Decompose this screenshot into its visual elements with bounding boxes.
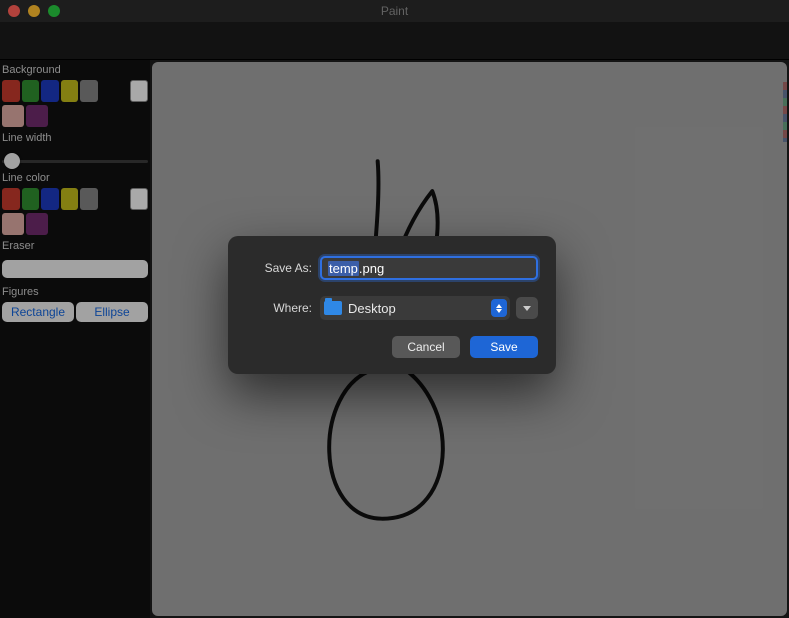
updown-stepper-icon [491,299,507,317]
color-swatch[interactable] [61,188,79,210]
background-swatches-row2 [0,105,150,130]
save-dialog: Save As: temp.png Where: Desktop [228,236,556,374]
eraser-size-control[interactable] [2,260,148,278]
ellipse-button[interactable]: Ellipse [76,302,148,322]
titlebar: Paint [0,0,789,22]
color-swatch[interactable] [2,213,24,235]
color-swatch[interactable] [41,80,59,102]
close-window-button[interactable] [8,5,20,17]
line-color-label: Line color [0,170,150,188]
where-select[interactable]: Desktop [320,296,510,320]
window-title: Paint [381,4,408,18]
app-window: Paint Background Line width Lin [0,0,789,618]
filename-extension: .png [359,261,384,276]
figure-buttons: Rectangle Ellipse [0,302,150,322]
color-swatch[interactable] [61,80,79,102]
color-swatch[interactable] [2,105,24,127]
zoom-window-button[interactable] [48,5,60,17]
color-swatch[interactable] [80,188,98,210]
color-swatch[interactable] [80,80,98,102]
color-swatch[interactable] [2,80,20,102]
dialog-actions: Cancel Save [246,336,538,358]
line-color-swatches-row2 [0,213,150,238]
color-swatch-white[interactable] [130,188,148,210]
filename-selected: temp [328,261,359,276]
line-color-swatches-row1 [0,188,150,213]
color-swatch[interactable] [26,213,48,235]
save-as-label: Save As: [246,261,312,275]
figures-label: Figures [0,284,150,302]
expand-browser-button[interactable] [516,297,538,319]
traffic-lights [0,5,60,17]
background-label: Background [0,62,150,80]
background-swatches-row1 [0,80,150,105]
slider-thumb[interactable] [4,153,20,169]
minimize-window-button[interactable] [28,5,40,17]
color-swatch[interactable] [22,188,40,210]
eraser-label: Eraser [0,238,150,256]
color-swatch-white[interactable] [130,80,148,102]
where-controls: Desktop [320,296,538,320]
slider-track [2,160,148,163]
folder-icon [324,301,342,315]
line-width-slider[interactable] [0,148,150,170]
save-button[interactable]: Save [470,336,538,358]
line-width-label: Line width [0,130,150,148]
where-label: Where: [246,301,312,315]
rectangle-button[interactable]: Rectangle [2,302,74,322]
color-swatch[interactable] [22,80,40,102]
color-swatch[interactable] [2,188,20,210]
chevron-down-icon [523,306,531,311]
color-swatch[interactable] [41,188,59,210]
cancel-button[interactable]: Cancel [392,336,460,358]
ruler-icon [783,82,787,142]
sidebar: Background Line width Line color [0,60,150,618]
toolbar [0,22,789,60]
save-as-input[interactable]: temp.png [320,256,538,280]
where-value: Desktop [348,301,396,316]
color-swatch[interactable] [26,105,48,127]
